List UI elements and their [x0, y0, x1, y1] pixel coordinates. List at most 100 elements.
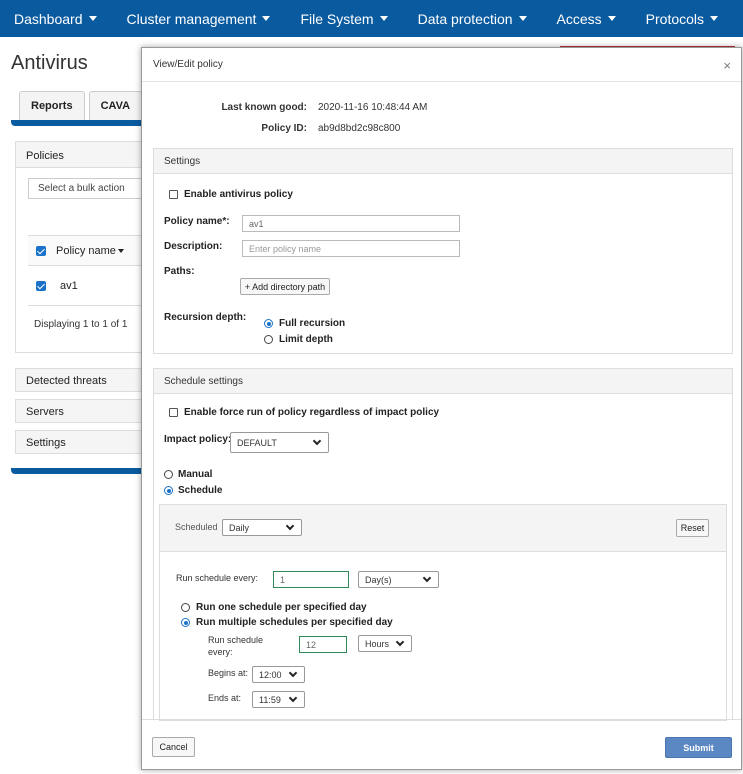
last-known-good-label: Last known good:	[221, 102, 307, 113]
chevron-down-icon	[288, 693, 298, 702]
nav-data-protection[interactable]: Data protection	[404, 11, 543, 27]
tab-cava[interactable]: CAVA	[88, 91, 143, 120]
one-per-day-label: Run one schedule per specified day	[196, 602, 367, 613]
bulk-action-select[interactable]: Select a bulk action	[28, 178, 148, 199]
multiple-per-day-option[interactable]: Run multiple schedules per specified day	[181, 617, 393, 628]
schedule-detail-box: Scheduled Daily Reset Run schedule every…	[159, 504, 727, 721]
run-every2-input[interactable]: 12	[299, 636, 347, 653]
nav-cluster-management[interactable]: Cluster management	[113, 11, 287, 27]
run-every-unit-value: Day(s)	[365, 574, 392, 585]
settings-section: Settings Enable antivirus policy Policy …	[153, 148, 733, 354]
chevron-down-icon	[518, 16, 527, 21]
modal-header: View/Edit policy ×	[142, 48, 741, 82]
run-every2-unit-value: Hours	[365, 638, 390, 649]
enable-antivirus-checkbox[interactable]	[169, 190, 178, 199]
run-every-unit-select[interactable]: Day(s)	[358, 571, 439, 588]
full-recursion-label: Full recursion	[279, 318, 346, 329]
force-run-checkbox[interactable]	[169, 408, 178, 417]
policy-name-input[interactable]: av1	[242, 215, 460, 232]
policies-header[interactable]: Policies	[16, 142, 144, 168]
begins-at-label: Begins at:	[208, 668, 249, 678]
table-header: Policy name	[28, 235, 148, 266]
modal-title: View/Edit policy	[153, 59, 223, 70]
settings-panel[interactable]: Settings	[15, 430, 145, 454]
servers-panel[interactable]: Servers	[15, 399, 145, 423]
limit-depth-radio[interactable]	[264, 335, 273, 344]
pagination-summary: Displaying 1 to 1 of 1	[34, 319, 128, 330]
description-input[interactable]: Enter policy name	[242, 240, 460, 257]
chevron-down-icon	[422, 573, 432, 582]
chevron-down-icon	[285, 521, 295, 530]
force-run-label: Enable force run of policy regardless of…	[184, 407, 440, 418]
scheduled-row: Scheduled Daily Reset	[160, 505, 726, 552]
policy-id-value: ab9d8bd2c98c800	[318, 123, 401, 134]
nav-dashboard[interactable]: Dashboard	[0, 11, 113, 27]
scheduled-label: Scheduled	[175, 522, 218, 532]
tab-reports[interactable]: Reports	[19, 91, 85, 120]
enable-antivirus-label: Enable antivirus policy	[184, 189, 293, 200]
paths-label: Paths:	[164, 266, 195, 277]
top-nav: Dashboard Cluster management File System…	[0, 0, 743, 37]
ends-at-value: 11:59	[259, 694, 281, 705]
multiple-per-day-radio[interactable]	[181, 618, 190, 627]
description-label: Description:	[164, 241, 223, 252]
one-per-day-radio[interactable]	[181, 603, 190, 612]
manual-option[interactable]: Manual	[164, 469, 212, 480]
chevron-down-icon	[607, 16, 616, 21]
tab-underline	[11, 120, 151, 126]
chevron-down-icon	[710, 16, 719, 21]
add-directory-path-button[interactable]: + Add directory path	[240, 278, 330, 295]
settings-header: Settings	[154, 149, 732, 174]
nav-access[interactable]: Access	[543, 11, 632, 27]
select-all-checkbox[interactable]	[36, 245, 46, 256]
chevron-down-icon	[262, 16, 271, 21]
page-title: Antivirus	[11, 52, 88, 74]
detected-threats-panel[interactable]: Detected threats	[15, 368, 145, 392]
column-policy-name[interactable]: Policy name	[56, 245, 116, 257]
impact-policy-select[interactable]: DEFAULT	[230, 432, 329, 453]
close-icon[interactable]: ×	[723, 59, 731, 72]
chevron-down-icon	[312, 436, 322, 445]
schedule-header: Schedule settings	[154, 369, 732, 394]
row-policy-name: av1	[60, 279, 78, 292]
scheduled-frequency-value: Daily	[229, 522, 250, 533]
run-every2-label-line2: every:	[208, 647, 233, 657]
run-every-input[interactable]: 1	[273, 571, 349, 588]
limit-depth-option[interactable]: Limit depth	[264, 334, 333, 345]
submit-button[interactable]: Submit	[665, 737, 732, 758]
full-recursion-option[interactable]: Full recursion	[264, 318, 345, 329]
one-per-day-option[interactable]: Run one schedule per specified day	[181, 602, 367, 613]
manual-radio[interactable]	[164, 470, 173, 479]
ends-at-label: Ends at:	[208, 693, 242, 703]
sort-icon[interactable]	[117, 248, 124, 253]
chevron-down-icon	[88, 16, 97, 21]
reset-button[interactable]: Reset	[676, 519, 709, 537]
nav-file-system[interactable]: File System	[286, 11, 403, 27]
multiple-per-day-label: Run multiple schedules per specified day	[196, 617, 393, 628]
cancel-button[interactable]: Cancel	[152, 737, 195, 757]
begins-at-select[interactable]: 12:00	[252, 666, 305, 683]
modal-footer-divider	[142, 719, 741, 720]
full-recursion-radio[interactable]	[264, 319, 273, 328]
nav-protocols[interactable]: Protocols	[632, 11, 734, 27]
begins-at-value: 12:00	[259, 669, 282, 680]
page-tabs: Reports CAVA	[19, 91, 159, 120]
row-checkbox[interactable]	[36, 280, 46, 291]
schedule-label: Schedule	[178, 485, 223, 496]
impact-policy-label: Impact policy:	[164, 434, 232, 445]
table-row[interactable]: av1	[28, 266, 148, 306]
scheduled-frequency-select[interactable]: Daily	[222, 519, 302, 536]
run-every2-unit-select[interactable]: Hours	[358, 635, 412, 652]
schedule-option[interactable]: Schedule	[164, 485, 222, 496]
chevron-down-icon	[379, 16, 388, 21]
recursion-depth-label: Recursion depth:	[164, 312, 247, 323]
policies-panel: Policies Select a bulk action Policy nam…	[15, 141, 148, 353]
panel-bottom-rule	[11, 468, 151, 474]
chevron-down-icon	[288, 668, 298, 677]
run-every2-label-line1: Run schedule	[208, 635, 264, 645]
manual-label: Manual	[178, 469, 213, 480]
ends-at-select[interactable]: 11:59	[252, 691, 305, 708]
schedule-radio[interactable]	[164, 486, 173, 495]
impact-policy-value: DEFAULT	[237, 437, 277, 448]
last-known-good-value: 2020-11-16 10:48:44 AM	[318, 102, 428, 113]
